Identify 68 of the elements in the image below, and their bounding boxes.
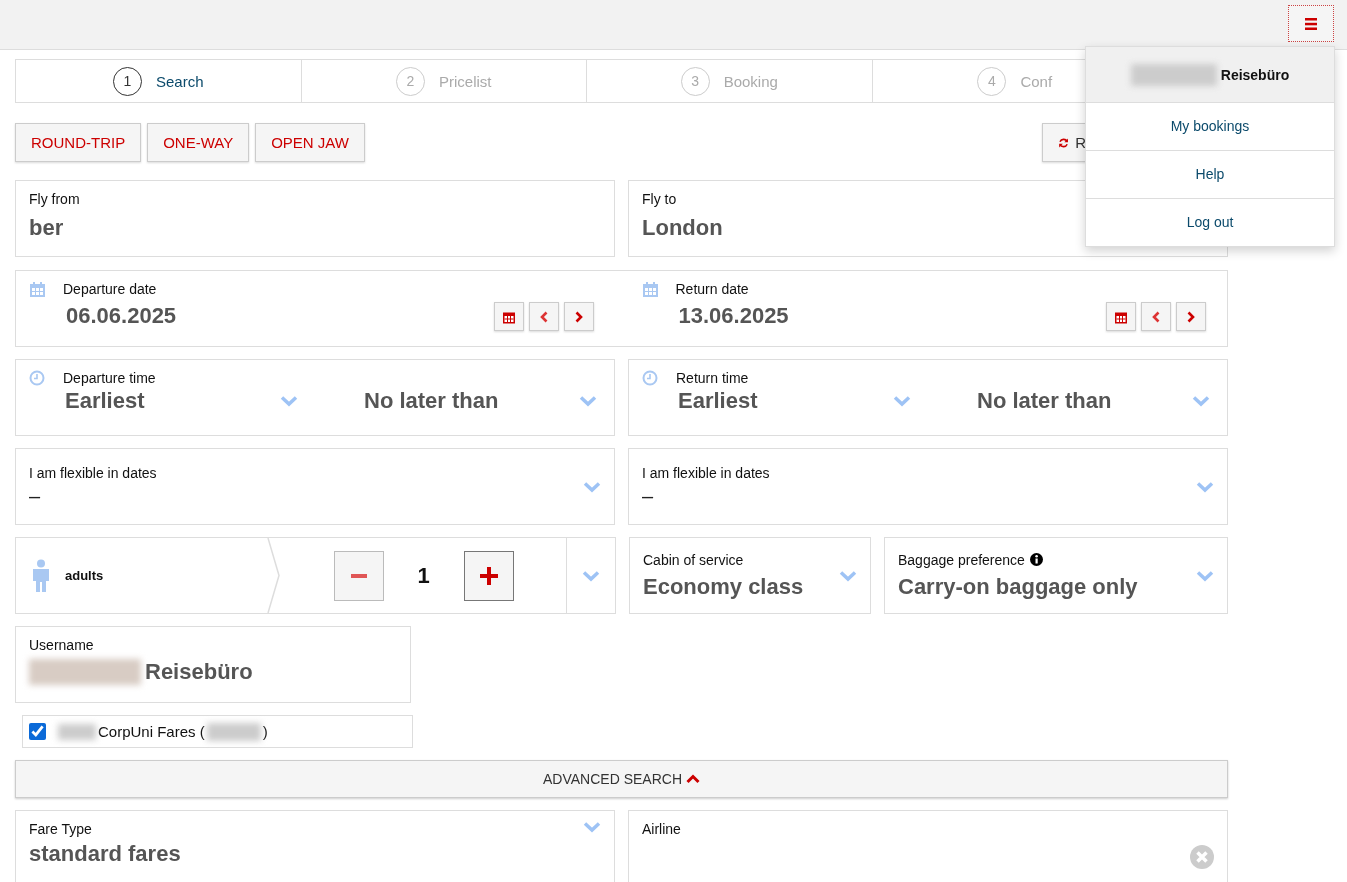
redaction-blur [58,723,96,740]
calendar-icon [641,281,659,298]
advanced-search-toggle[interactable]: ADVANCED SEARCH [15,760,1228,798]
chevron-down-icon [1196,480,1214,493]
chevron-left-icon [1151,310,1161,323]
previous-date-button[interactable] [528,302,559,331]
calendar-button[interactable] [1106,302,1136,331]
chevron-down-icon [1192,395,1210,407]
increase-button[interactable] [463,550,514,601]
menu-item[interactable]: My bookings [1086,103,1334,151]
field-label: Baggage preference [898,551,1025,568]
person-icon [31,558,51,593]
airline-field[interactable]: Airline [628,810,1228,882]
date-value[interactable]: 13.06.2025 [678,303,1089,329]
chevron-down-icon [1196,569,1214,582]
date-value[interactable]: 06.06.2025 [66,303,477,329]
chevron-down-icon [583,821,601,833]
redaction-blur [206,722,261,741]
calendar-icon [29,281,46,298]
trip-type-button[interactable]: OPEN JAW [255,123,365,162]
menu-button[interactable] [1288,5,1334,42]
option-label: CorpUni Fares ( [98,723,205,740]
next-date-button[interactable] [563,302,594,331]
chevron-right-icon [573,310,584,323]
plus-icon [479,566,498,585]
time-select[interactable]: No later than [975,388,1214,414]
baggage-select[interactable]: Baggage preference Carry-on baggage only [884,537,1228,614]
checkbox[interactable] [29,723,46,740]
menu-item[interactable]: Help [1086,151,1334,199]
chevron-down-icon [893,395,911,407]
clock-icon [29,370,45,386]
chevron-down-icon [839,569,857,582]
option-label-end: ) [262,723,268,740]
clock-icon [642,370,658,386]
trip-type-button[interactable]: ROUND-TRIP [15,123,142,162]
time-panel: Return time Earliest No later than [628,359,1228,436]
time-panel: Departure time Earliest No later than [15,359,615,436]
chevron-up-icon [686,774,700,784]
location-field[interactable]: Fly from ber [15,180,615,257]
field-label: Username [29,637,95,653]
time-select[interactable]: No later than [362,388,601,414]
calendar-button[interactable] [493,302,524,331]
step-tab[interactable]: 1 Search [113,66,204,96]
passenger-type: adults [65,568,104,583]
chevron-left-icon [538,310,549,323]
decrease-button[interactable] [333,550,384,601]
flexible-dates-select[interactable]: I am flexible in dates – [628,448,1228,525]
date-panel: Departure date 06.06.2025 Return date 13.06.2025 [15,270,1228,347]
previous-date-button[interactable] [1141,302,1171,331]
chevron-down-icon [579,395,597,407]
username-value: Reisebüro [145,659,253,685]
menu-icon [1304,16,1318,31]
chevron-down-icon [583,480,601,493]
next-date-button[interactable] [1176,302,1206,331]
trip-type-button[interactable]: ONE-WAY [147,123,250,162]
info-icon [1029,553,1043,566]
flexible-dates-select[interactable]: I am flexible in dates – [15,448,615,525]
clear-icon [1190,845,1214,869]
minus-icon [350,573,367,578]
time-select[interactable]: Earliest [676,388,915,414]
fare-type-select[interactable]: Fare Type standard fares [15,810,615,882]
chevron-down-icon [280,395,298,407]
user-name: Reisebüro [1220,66,1290,83]
time-select[interactable]: Earliest [63,388,302,414]
chevron-right-icon [1186,310,1196,323]
cabin-select[interactable]: Cabin of service Economy class [629,537,871,614]
passenger-count: 1 [416,562,431,589]
chevron-down-icon [582,569,600,582]
